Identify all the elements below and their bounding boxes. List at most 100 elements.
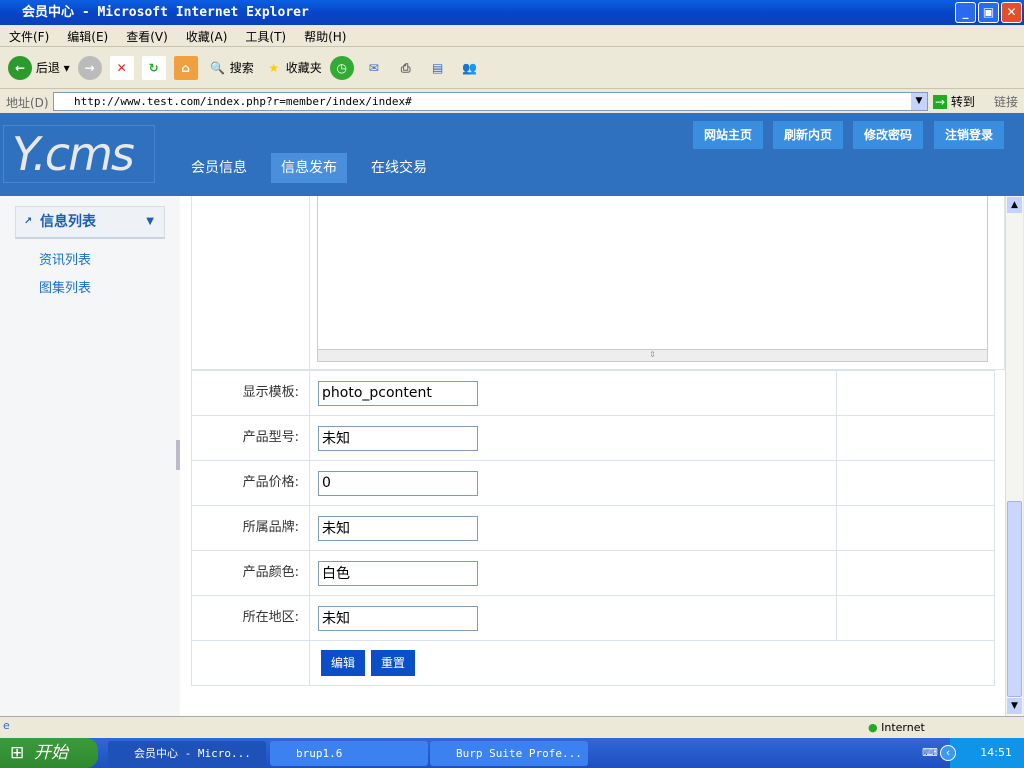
go-button[interactable]: → 转到: [933, 93, 975, 110]
edit-submit-button[interactable]: 编辑: [321, 650, 366, 676]
go-arrow-icon: →: [933, 95, 948, 109]
menu-view[interactable]: 查看(V): [117, 25, 177, 48]
sidebar-item-gallery-list[interactable]: 图集列表: [39, 277, 91, 296]
title-bar: 会员中心 - Microsoft Internet Explorer: [0, 0, 1024, 25]
messenger-icon[interactable]: 👥: [458, 56, 482, 80]
scroll-up-icon[interactable]: ▲: [1007, 197, 1022, 213]
task-burp-label: Burp Suite Profe...: [456, 747, 582, 760]
print-icon[interactable]: ⎙: [394, 56, 418, 80]
search-icon: 🔍: [210, 61, 226, 75]
edit-icon[interactable]: ▤: [426, 56, 450, 80]
form-row-brand: 所属品牌:: [191, 505, 995, 551]
address-dropdown-icon[interactable]: ▼: [911, 93, 927, 110]
site-home-button[interactable]: 网站主页: [693, 121, 763, 149]
sidebar: ↗ 信息列表 ▼ 资讯列表 图集列表: [0, 196, 180, 716]
divider: [309, 196, 310, 370]
scroll-down-icon[interactable]: ▼: [1007, 698, 1022, 714]
model-input[interactable]: [318, 425, 478, 451]
start-label: 开始: [34, 743, 68, 763]
brand-input[interactable]: [318, 515, 478, 541]
nav-trade[interactable]: 在线交易: [361, 153, 437, 183]
price-label: 产品价格:: [191, 460, 310, 506]
content-editor[interactable]: ⇕: [317, 196, 988, 362]
task-burp[interactable]: Burp Suite Profe...: [430, 741, 588, 766]
task-ie-label: 会员中心 - Micro...: [134, 747, 251, 760]
template-input[interactable]: [318, 380, 478, 406]
region-input[interactable]: [318, 605, 478, 631]
globe-icon: ●: [868, 721, 878, 734]
menu-bar: 文件(F) 编辑(E) 查看(V) 收藏(A) 工具(T) 帮助(H): [0, 25, 1024, 47]
change-password-button[interactable]: 修改密码: [853, 121, 923, 149]
menu-help[interactable]: 帮助(H): [295, 25, 355, 48]
product-form: 显示模板: 产品型号: 产品价格: 所属品牌: 产品颜色: 所在地区: 编辑重置: [191, 370, 995, 686]
menu-favorites[interactable]: 收藏(A): [177, 25, 237, 48]
form-row-template: 显示模板:: [191, 370, 995, 416]
site-header: Y.cms 会员信息 信息发布 在线交易 网站主页 刷新内页 修改密码 注销登录: [0, 113, 1024, 196]
close-button[interactable]: ✕: [1001, 2, 1022, 23]
refresh-icon[interactable]: ↻: [141, 56, 166, 80]
refresh-page-button[interactable]: 刷新内页: [773, 121, 843, 149]
address-input[interactable]: http://www.test.com/index.php?r=member/i…: [53, 92, 928, 111]
region-label: 所在地区:: [191, 595, 310, 641]
color-input[interactable]: [318, 560, 478, 586]
system-tray: ⌨ ‹ 14:51: [922, 738, 1024, 768]
clock: 14:51: [980, 746, 1012, 759]
start-button[interactable]: ⊞ 开始: [0, 738, 98, 768]
menu-tools[interactable]: 工具(T): [236, 25, 295, 48]
sidebar-section-info-list[interactable]: ↗ 信息列表 ▼: [15, 206, 165, 239]
go-label: 转到: [950, 95, 975, 109]
form-row-model: 产品型号:: [191, 415, 995, 461]
menu-edit[interactable]: 编辑(E): [58, 25, 117, 48]
status-bar: e ● Internet: [0, 716, 1024, 738]
stop-icon[interactable]: ✕: [109, 56, 134, 80]
history-icon[interactable]: ◷: [329, 56, 354, 80]
logout-button[interactable]: 注销登录: [934, 121, 1004, 149]
keyboard-icon[interactable]: ⌨: [922, 738, 938, 768]
mail-icon[interactable]: ✉: [362, 56, 386, 80]
maximize-button[interactable]: ▣: [978, 2, 999, 23]
search-button[interactable]: 🔍 搜索: [206, 56, 254, 80]
windows-logo-icon: ⊞: [10, 743, 25, 763]
star-icon: ★: [268, 61, 280, 75]
back-button[interactable]: ← 后退 ▾: [8, 56, 70, 80]
task-folder[interactable]: brup1.6: [270, 741, 428, 766]
sidebar-item-news-list[interactable]: 资讯列表: [39, 249, 91, 268]
caret-down-icon: ▼: [146, 216, 154, 227]
link-icon: ↗: [24, 216, 33, 227]
search-label: 搜索: [229, 61, 254, 75]
form-row-region: 所在地区:: [191, 595, 995, 641]
back-arrow-icon: ←: [8, 56, 32, 80]
tray-expand-icon[interactable]: ‹: [940, 745, 956, 761]
model-label: 产品型号:: [191, 415, 310, 461]
forward-icon[interactable]: →: [77, 56, 102, 80]
color-label: 产品颜色:: [191, 550, 310, 596]
taskbar: ⊞ 开始 会员中心 - Micro... brup1.6 Burp Suite P…: [0, 738, 1024, 768]
ie-page-icon: e: [3, 719, 10, 732]
menu-file[interactable]: 文件(F): [0, 25, 58, 48]
minimize-button[interactable]: _: [955, 2, 976, 23]
home-icon[interactable]: ⌂: [173, 56, 198, 80]
form-row-color: 产品颜色:: [191, 550, 995, 596]
form-row-price: 产品价格:: [191, 460, 995, 506]
toolbar: ← 后退 ▾ → ✕ ↻ ⌂ 🔍 搜索 ★ 收藏夹 ◷ ✉ ⎙ ▤ 👥: [0, 48, 1024, 89]
reset-button[interactable]: 重置: [371, 650, 416, 676]
nav-member-info[interactable]: 会员信息: [181, 153, 257, 183]
links-label[interactable]: 链接: [994, 93, 1018, 110]
window-title: 会员中心 - Microsoft Internet Explorer: [22, 5, 309, 20]
address-bar: 地址(D) http://www.test.com/index.php?r=me…: [0, 90, 1024, 113]
scroll-thumb[interactable]: [1007, 501, 1022, 697]
address-label: 地址(D): [6, 96, 49, 110]
task-folder-label: brup1.6: [296, 747, 343, 760]
editor-resize-handle[interactable]: ⇕: [318, 349, 987, 361]
back-label: 后退: [35, 61, 60, 75]
content-area: ⇕ 显示模板: 产品型号: 产品价格: 所属品牌: 产品颜色: 所在地区: 编辑…: [180, 196, 1005, 716]
brand-label: 所属品牌:: [191, 505, 310, 551]
internet-zone: ● Internet: [868, 721, 925, 734]
task-ie[interactable]: 会员中心 - Micro...: [108, 741, 266, 766]
site-logo: Y.cms: [3, 125, 155, 183]
favorites-button[interactable]: ★ 收藏夹: [262, 56, 321, 80]
nav-publish[interactable]: 信息发布: [271, 153, 347, 183]
price-input[interactable]: [318, 470, 478, 496]
sidebar-section-label: 信息列表: [40, 214, 96, 230]
vertical-scrollbar[interactable]: ▲ ▼: [1005, 196, 1023, 716]
